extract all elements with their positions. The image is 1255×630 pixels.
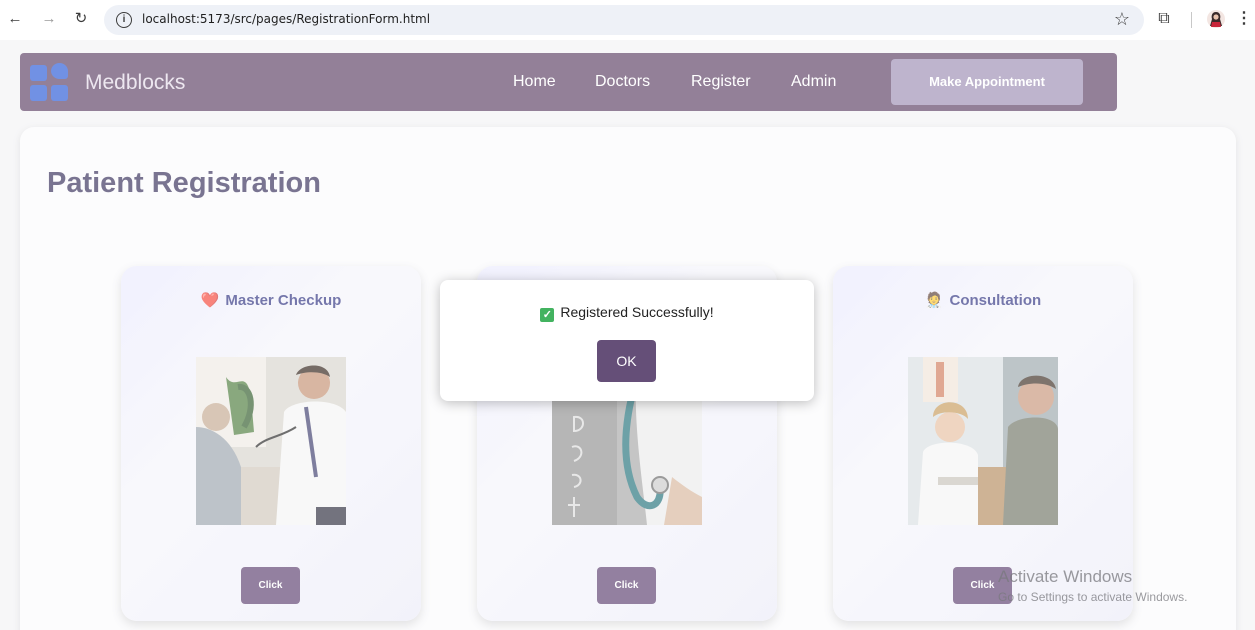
ok-button[interactable]: OK <box>597 340 656 382</box>
extensions-icon[interactable]: ⧉ <box>1155 10 1173 28</box>
address-bar[interactable]: i localhost:5173/src/pages/RegistrationF… <box>104 5 1144 35</box>
success-dialog: ✓ Registered Successfully! OK <box>440 280 814 401</box>
browser-toolbar: ← → ↻ i localhost:5173/src/pages/Registr… <box>0 0 1255 40</box>
url-text[interactable]: localhost:5173/src/pages/RegistrationFor… <box>142 12 430 26</box>
reload-icon[interactable]: ↻ <box>72 10 90 28</box>
watermark-title: Activate Windows <box>998 567 1133 586</box>
checkmark-icon: ✓ <box>540 308 555 322</box>
windows-activation-watermark: Activate Windows Go to Settings to activ… <box>998 567 1187 604</box>
watermark-subtitle: Go to Settings to activate Windows. <box>998 590 1188 604</box>
menu-icon[interactable]: ⋮ <box>1236 9 1252 29</box>
forward-icon[interactable]: → <box>40 10 58 28</box>
toolbar-divider <box>1191 12 1192 28</box>
profile-icon[interactable] <box>1206 9 1226 29</box>
dialog-message: ✓ Registered Successfully! <box>440 304 814 322</box>
info-icon[interactable]: i <box>116 12 132 28</box>
star-icon[interactable]: ☆ <box>1114 9 1130 30</box>
back-icon[interactable]: ← <box>6 10 24 28</box>
